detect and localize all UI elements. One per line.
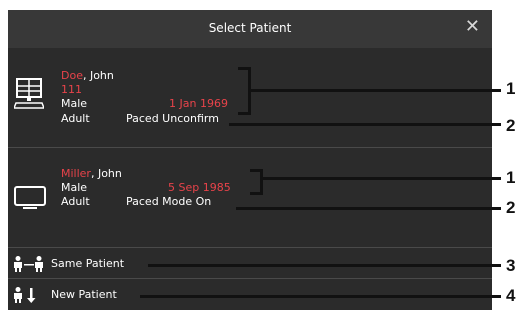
callout-bracket [238,67,251,115]
patient-gender: Male [61,181,88,194]
patient-name: Miller, John [61,168,122,180]
patient-paced: Paced Unconfirm [126,112,219,125]
callout-number: 2 [506,198,516,217]
new-patient-label: New Patient [51,288,117,301]
patient-id: 111 [61,83,82,96]
patient-category: Adult [61,112,90,125]
patient-gender: Male [61,97,88,110]
callout-bracket [250,169,263,195]
patient-row-miller[interactable]: Miller, John Male 5 Sep 1985 Adult Paced… [8,148,492,246]
dialog-title: Select Patient [208,21,292,35]
computer-icon [14,78,44,109]
patient-name: Doe, John [61,70,114,82]
patient-dob: 5 Sep 1985 [168,181,231,194]
callout-number: 3 [506,256,516,275]
same-patient-button[interactable]: Same Patient [8,248,492,278]
last-name: Doe [61,69,83,82]
close-icon[interactable]: ✕ [465,18,480,36]
callout-number: 2 [506,116,516,135]
patient-dob: 1 Jan 1969 [169,97,228,110]
callout-line [263,177,501,180]
first-name: , John [90,167,122,180]
person-arrow-icon [14,287,36,303]
same-patient-label: Same Patient [51,257,125,270]
callout-line [140,295,501,298]
first-name: , John [82,69,114,82]
callout-line [229,123,501,126]
callout-line [251,89,501,92]
callout-line [236,207,501,210]
patient-category: Adult [61,195,90,208]
monitor-icon [14,186,46,209]
callout-line [148,264,501,267]
patient-paced: Paced Mode On [126,195,212,208]
callout-number: 1 [506,79,516,98]
callout-number: 4 [506,286,516,305]
callout-number: 1 [506,168,516,187]
two-persons-icon [14,256,43,272]
last-name: Miller [61,167,91,180]
dialog-titlebar: Select Patient ✕ [8,10,492,48]
